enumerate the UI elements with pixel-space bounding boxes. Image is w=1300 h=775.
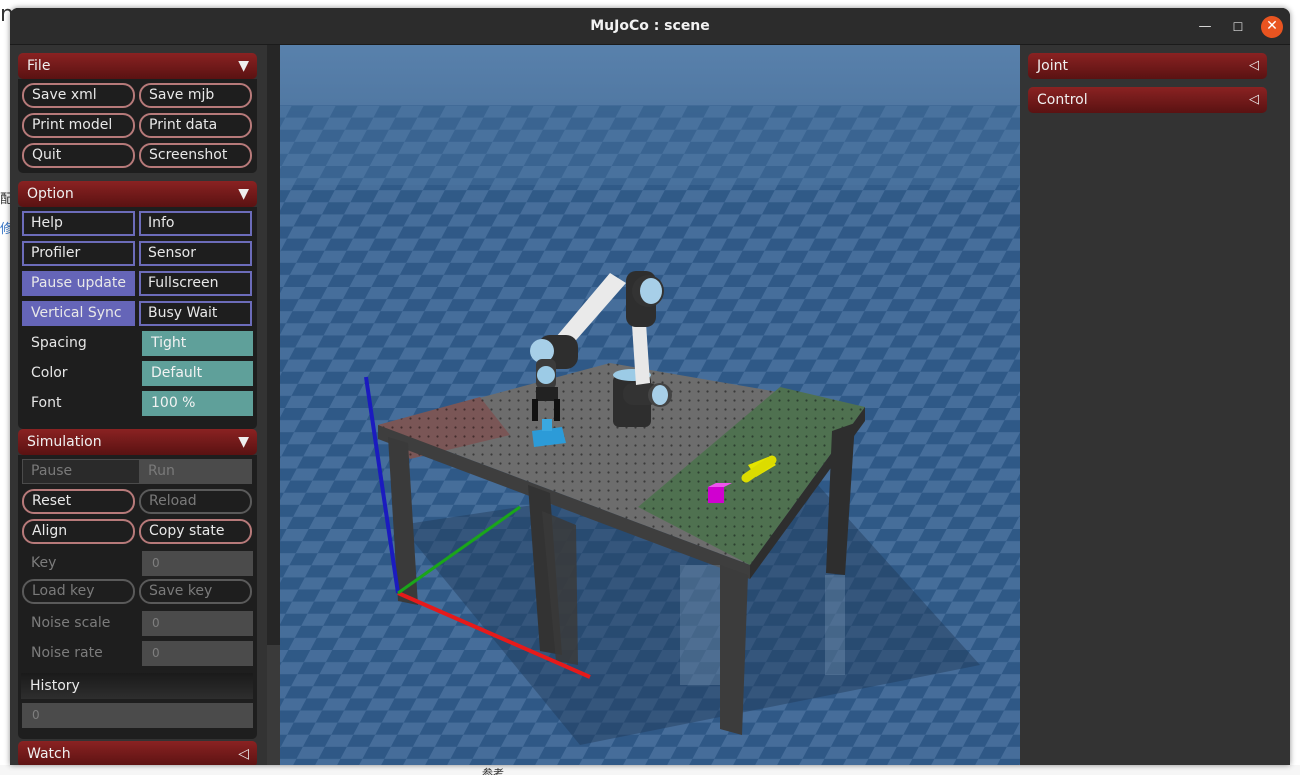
- align-button[interactable]: Align: [22, 519, 135, 544]
- noise-scale-field[interactable]: 0: [142, 611, 253, 636]
- scene-render: [280, 45, 1020, 765]
- key-label: Key: [31, 555, 57, 571]
- vertical-sync-checkbox[interactable]: Vertical Sync: [22, 301, 135, 326]
- pause-update-checkbox[interactable]: Pause update: [22, 271, 135, 296]
- spacing-label: Spacing: [31, 335, 87, 351]
- history-header: History: [21, 673, 253, 699]
- section-control-title: Control: [1037, 92, 1088, 108]
- print-data-button[interactable]: Print data: [139, 113, 252, 138]
- section-option-title: Option: [27, 186, 74, 202]
- load-key-button[interactable]: Load key: [22, 579, 135, 604]
- triangle-left-icon: ◁: [1249, 92, 1259, 107]
- mujoco-window: MuJoCo : scene — ☐ ✕ File ▼ Save xml Sav…: [10, 8, 1290, 765]
- help-checkbox[interactable]: Help: [22, 211, 135, 236]
- font-select[interactable]: 100 %: [142, 391, 253, 416]
- reset-button[interactable]: Reset: [22, 489, 135, 514]
- sensor-checkbox[interactable]: Sensor: [139, 241, 252, 266]
- section-control-header[interactable]: Control ◁: [1028, 87, 1267, 113]
- pause-option[interactable]: Pause: [23, 460, 139, 483]
- color-label: Color: [31, 365, 68, 381]
- 3d-viewport[interactable]: [280, 45, 1020, 765]
- info-checkbox[interactable]: Info: [139, 211, 252, 236]
- print-model-button[interactable]: Print model: [22, 113, 135, 138]
- minimize-button[interactable]: —: [1194, 16, 1216, 38]
- noise-scale-label: Noise scale: [31, 615, 111, 631]
- screenshot-button[interactable]: Screenshot: [139, 143, 252, 168]
- background-strip: [0, 765, 1300, 775]
- background-text: 参考: [482, 767, 504, 775]
- quit-button[interactable]: Quit: [22, 143, 135, 168]
- triangle-down-icon: ▼: [238, 434, 249, 450]
- section-option-header[interactable]: Option ▼: [18, 181, 257, 207]
- section-simulation-title: Simulation: [27, 434, 102, 450]
- key-field[interactable]: 0: [142, 551, 253, 576]
- run-option[interactable]: Run: [140, 460, 250, 483]
- color-select[interactable]: Default: [142, 361, 253, 386]
- copy-state-button[interactable]: Copy state: [139, 519, 252, 544]
- triangle-down-icon: ▼: [238, 186, 249, 202]
- triangle-left-icon: ◁: [1249, 58, 1259, 73]
- triangle-left-icon: ◁: [238, 746, 249, 762]
- profiler-checkbox[interactable]: Profiler: [22, 241, 135, 266]
- section-watch-header[interactable]: Watch ◁: [18, 741, 257, 765]
- font-label: Font: [31, 395, 62, 411]
- fullscreen-checkbox[interactable]: Fullscreen: [139, 271, 252, 296]
- section-watch-title: Watch: [27, 746, 71, 762]
- section-file-title: File: [27, 58, 51, 74]
- section-joint-title: Joint: [1037, 58, 1068, 74]
- save-key-button[interactable]: Save key: [139, 579, 252, 604]
- noise-rate-label: Noise rate: [31, 645, 103, 661]
- spacing-select[interactable]: Tight: [142, 331, 253, 356]
- busy-wait-checkbox[interactable]: Busy Wait: [139, 301, 252, 326]
- pause-run-radio[interactable]: Pause Run: [22, 459, 252, 484]
- noise-rate-field[interactable]: 0: [142, 641, 253, 666]
- window-title: MuJoCo : scene: [590, 18, 710, 34]
- history-slider[interactable]: 0: [22, 703, 253, 728]
- right-ui-panel: Joint ◁ Control ◁: [1020, 45, 1290, 765]
- title-bar[interactable]: MuJoCo : scene — ☐ ✕: [10, 8, 1290, 45]
- section-file-header[interactable]: File ▼: [18, 53, 257, 79]
- section-joint-header[interactable]: Joint ◁: [1028, 53, 1267, 79]
- left-scrollbar-thumb[interactable]: [267, 45, 280, 645]
- save-mjb-button[interactable]: Save mjb: [139, 83, 252, 108]
- maximize-button[interactable]: ☐: [1227, 16, 1249, 38]
- save-xml-button[interactable]: Save xml: [22, 83, 135, 108]
- triangle-down-icon: ▼: [238, 58, 249, 74]
- close-button[interactable]: ✕: [1261, 16, 1283, 38]
- left-ui-panel: File ▼ Save xml Save mjb Print model Pri…: [10, 45, 267, 765]
- reload-button[interactable]: Reload: [139, 489, 252, 514]
- section-simulation-header[interactable]: Simulation ▼: [18, 429, 257, 455]
